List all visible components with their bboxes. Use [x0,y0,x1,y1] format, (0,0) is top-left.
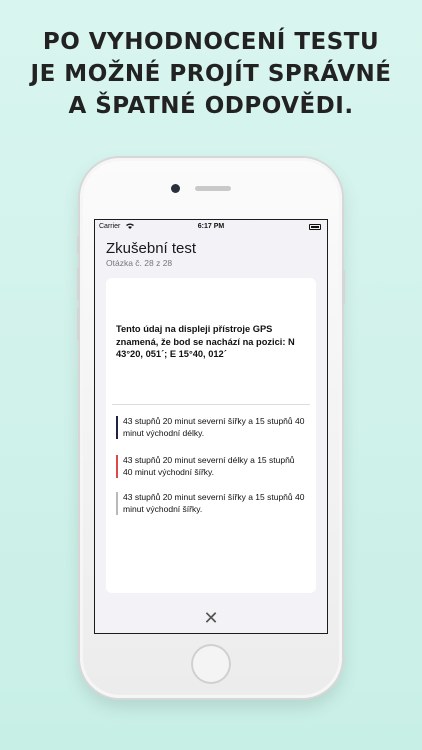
answer-text: 43 stupňů 20 minut severní délky a 15 st… [123,455,295,477]
question-counter: Otázka č. 28 z 28 [106,258,173,268]
headline-line-1: PO VYHODNOCENÍ TESTU [42,29,380,55]
status-time: 6:17 PM [197,223,225,230]
phone-frame: Carrier 6:17 PM Zkušební test Otázka č. … [77,158,345,698]
divider [112,404,310,405]
battery-icon [309,224,321,230]
home-button[interactable] [191,644,231,684]
mute-switch [77,236,80,254]
power-button [342,270,345,304]
answer-text: 43 stupňů 20 minut severní šířky a 15 st… [123,492,305,514]
volume-up-button [77,268,80,300]
close-icon[interactable]: ✕ [202,609,220,627]
earpiece-speaker [195,186,231,191]
answer-indicator-neutral [116,492,118,515]
headline-line-3: A ŠPATNÉ ODPOVĚDI. [68,93,354,119]
answer-indicator-wrong [116,455,118,478]
page-title: Zkušební test [106,240,197,257]
answer-indicator-correct [116,416,118,439]
headline-line-2: JE MOŽNÉ PROJÍT SPRÁVNÉ [30,61,392,87]
answer-text: 43 stupňů 20 minut severní šířky a 15 st… [123,416,305,438]
volume-down-button [77,308,80,340]
question-card: Tento údaj na displeji přístroje GPS zna… [106,278,316,593]
front-camera [171,184,180,193]
question-text: Tento údaj na displeji přístroje GPS zna… [116,324,295,359]
answer-option-1[interactable]: 43 stupňů 20 minut severní šířky a 15 st… [116,416,306,439]
phone-screen: Carrier 6:17 PM Zkušební test Otázka č. … [94,219,328,634]
answer-option-3[interactable]: 43 stupňů 20 minut severní šířky a 15 st… [116,492,306,515]
headline: PO VYHODNOCENÍ TESTU JE MOŽNÉ PROJÍT SPR… [0,26,422,122]
status-bar: Carrier 6:17 PM [95,220,327,234]
answer-option-2[interactable]: 43 stupňů 20 minut severní délky a 15 st… [116,455,306,478]
